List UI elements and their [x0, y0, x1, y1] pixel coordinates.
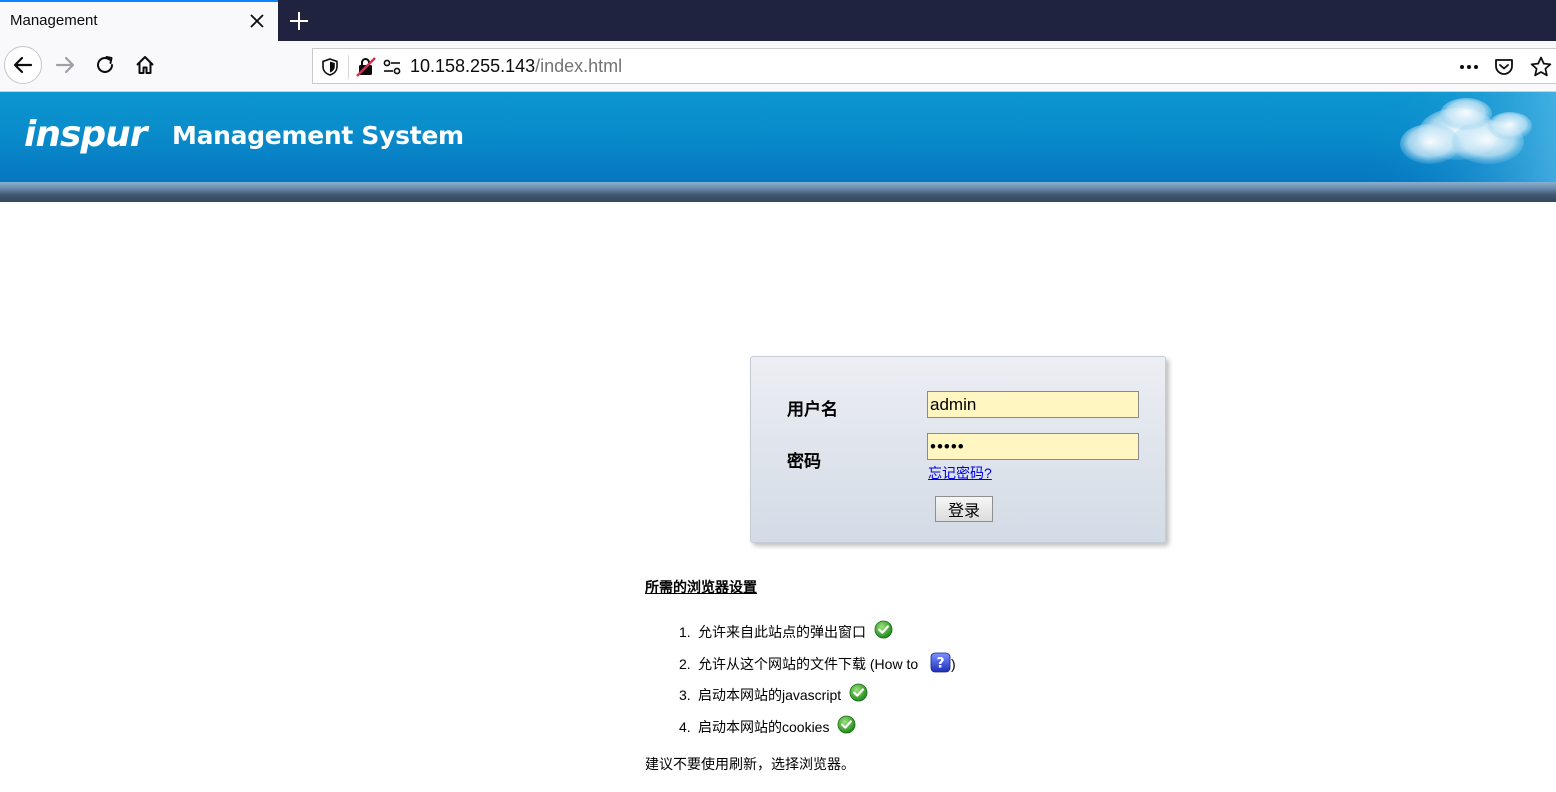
requirement-item: 3. 启动本网站的javascript	[679, 683, 868, 705]
insecure-lock-icon[interactable]	[355, 56, 377, 78]
cloud-graphic	[1370, 92, 1556, 182]
home-icon	[136, 56, 154, 74]
requirement-number: 4.	[679, 719, 691, 735]
url-text[interactable]: 10.158.255.143/index.html	[410, 56, 622, 77]
more-actions-icon[interactable]	[1457, 57, 1481, 77]
address-bar-divider	[348, 55, 349, 79]
requirement-item: 1. 允许来自此站点的弹出窗口	[679, 620, 893, 642]
requirement-item: 2. 允许从这个网站的文件下载 (How to ?)	[679, 652, 956, 674]
tab-title: Management	[10, 12, 98, 29]
home-button[interactable]	[130, 50, 160, 80]
requirement-item: 4. 启动本网站的cookies	[679, 715, 856, 737]
username-input[interactable]	[927, 391, 1139, 418]
forward-button[interactable]	[50, 50, 80, 80]
requirement-text: 启动本网站的cookies	[698, 719, 830, 735]
check-icon	[874, 620, 893, 639]
password-input[interactable]	[927, 433, 1139, 460]
system-title: Management System	[172, 121, 464, 150]
bookmark-star-icon[interactable]	[1529, 55, 1553, 79]
refresh-warning-note: 建议不要使用刷新，选择浏览器。	[645, 756, 855, 772]
reload-icon	[97, 56, 113, 73]
browser-settings-title: 所需的浏览器设置	[645, 579, 757, 595]
requirement-text: 允许来自此站点的弹出窗口	[698, 624, 866, 640]
requirement-number: 2.	[679, 656, 691, 672]
password-label: 密码	[787, 452, 821, 471]
permissions-icon[interactable]	[381, 56, 403, 78]
tab-bar: Management	[0, 0, 1556, 41]
inspur-logo: inspur	[24, 114, 148, 155]
requirement-number: 3.	[679, 687, 691, 703]
pocket-icon[interactable]	[1493, 56, 1515, 78]
close-icon[interactable]	[246, 10, 268, 32]
check-icon	[849, 683, 868, 702]
requirement-number: 1.	[679, 624, 691, 640]
back-button[interactable]	[4, 46, 42, 84]
svg-text:?: ?	[936, 656, 944, 672]
address-bar[interactable]: 10.158.255.143/index.html	[312, 48, 1556, 84]
requirement-suffix: )	[951, 656, 956, 672]
arrow-left-icon	[13, 56, 33, 74]
tab-management[interactable]: Management	[0, 0, 278, 41]
header-divider-strip	[0, 182, 1556, 202]
login-button[interactable]: 登录	[935, 496, 993, 522]
site-header: inspur Management System	[0, 92, 1556, 182]
navigation-bar: 10.158.255.143/index.html	[0, 41, 1556, 92]
check-icon	[838, 715, 856, 734]
requirement-text: 允许从这个网站的文件下载 (How to	[698, 656, 923, 672]
url-path: /index.html	[535, 56, 623, 76]
help-icon[interactable]: ?	[930, 652, 951, 673]
reload-button[interactable]	[90, 50, 120, 80]
login-panel: 用户名 密码 忘记密码? 登录	[750, 356, 1166, 543]
requirement-text: 启动本网站的javascript	[698, 687, 842, 703]
shield-icon[interactable]	[320, 57, 340, 77]
username-label: 用户名	[787, 400, 838, 419]
url-host: 10.158.255.143	[410, 56, 536, 76]
arrow-right-icon	[55, 56, 75, 74]
forgot-password-link[interactable]: 忘记密码?	[928, 463, 992, 483]
plus-icon[interactable]	[286, 8, 312, 34]
